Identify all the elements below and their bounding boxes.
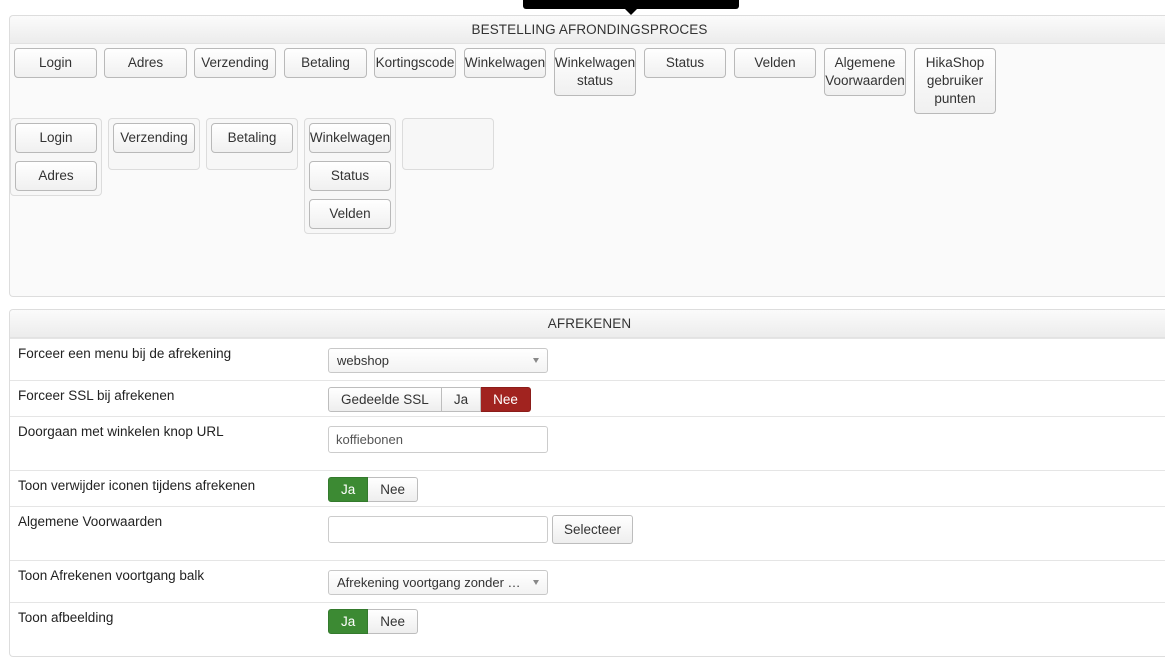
progress-bar-select[interactable]: Afrekening voortgang zonder … (328, 570, 548, 595)
step-hikashop-punten[interactable]: HikaShop gebruiker punten (914, 48, 996, 114)
checkout-flow-title: BESTELLING AFRONDINGSPROCES (10, 16, 1165, 44)
delete-icons-toggle: Ja Nee (328, 477, 419, 502)
force-menu-select[interactable]: webshop (328, 348, 548, 373)
step-kortingscode[interactable]: Kortingscode (374, 48, 456, 78)
step-adres[interactable]: Adres (104, 48, 187, 78)
show-image-no-button[interactable]: Nee (368, 609, 419, 634)
terms-select-button[interactable]: Selecteer (552, 515, 633, 544)
workflow-step-verzending[interactable]: Verzending (113, 123, 195, 153)
step-winkelwagen-status[interactable]: Winkelwagen status (554, 48, 636, 96)
tooltip-bar (523, 0, 739, 9)
step-winkelwagen[interactable]: Winkelwagen (464, 48, 546, 78)
delete-icons-no-button[interactable]: Nee (368, 477, 419, 502)
setting-row-force-menu: Forceer een menu bij de afrekening websh… (10, 338, 1165, 380)
setting-row-progress-bar: Toon Afrekenen voortgang balk Afrekening… (10, 560, 1165, 602)
ssl-yes-button[interactable]: Ja (441, 387, 482, 412)
setting-row-continue-url: Doorgaan met winkelen knop URL (10, 416, 1165, 470)
setting-row-force-ssl: Forceer SSL bij afrekenen Gedeelde SSL J… (10, 380, 1165, 416)
chevron-down-icon (533, 580, 539, 585)
delete-icons-label: Toon verwijder iconen tijdens afrekenen (18, 478, 256, 493)
force-ssl-label: Forceer SSL bij afrekenen (18, 388, 175, 403)
setting-row-delete-icons: Toon verwijder iconen tijdens afrekenen … (10, 470, 1165, 506)
show-image-toggle: Ja Nee (328, 609, 419, 634)
step-betaling[interactable]: Betaling (284, 48, 367, 78)
setting-row-terms: Algemene Voorwaarden Selecteer (10, 506, 1165, 560)
show-image-label: Toon afbeelding (18, 610, 114, 625)
workflow-step-status[interactable]: Status (309, 161, 391, 191)
force-menu-value: webshop (337, 353, 390, 368)
step-verzending[interactable]: Verzending (194, 48, 276, 78)
step-login[interactable]: Login (14, 48, 97, 78)
workflow-step-betaling[interactable]: Betaling (211, 123, 293, 153)
terms-input[interactable] (328, 516, 548, 543)
workflow-step-velden[interactable]: Velden (309, 199, 391, 229)
step-status[interactable]: Status (644, 48, 726, 78)
setting-row-show-image: Toon afbeelding Ja Nee (10, 602, 1165, 656)
delete-icons-yes-button[interactable]: Ja (328, 477, 369, 502)
workflow-step-login[interactable]: Login (15, 123, 97, 153)
ssl-no-button[interactable]: Nee (481, 387, 531, 412)
force-menu-label: Forceer een menu bij de afrekening (18, 346, 232, 361)
force-ssl-toggle: Gedeelde SSL Ja Nee (328, 387, 531, 412)
step-algemene-voorwaarden[interactable]: Algemene Voorwaarden (824, 48, 906, 96)
workflow-column-empty[interactable] (402, 118, 494, 170)
continue-url-input[interactable] (328, 426, 548, 453)
chevron-down-icon (533, 358, 539, 363)
progress-bar-value: Afrekening voortgang zonder … (337, 575, 521, 590)
step-velden[interactable]: Velden (734, 48, 816, 78)
ssl-shared-button[interactable]: Gedeelde SSL (328, 387, 442, 412)
progress-bar-label: Toon Afrekenen voortgang balk (18, 568, 205, 583)
workflow-step-winkelwagen[interactable]: Winkelwagen (309, 123, 391, 153)
workflow-step-adres[interactable]: Adres (15, 161, 97, 191)
show-image-yes-button[interactable]: Ja (328, 609, 369, 634)
terms-label: Algemene Voorwaarden (18, 514, 163, 529)
checkout-settings-title: AFREKENEN (10, 310, 1165, 338)
continue-url-label: Doorgaan met winkelen knop URL (18, 424, 224, 439)
checkout-settings-panel: AFREKENEN Forceer een menu bij de afreke… (9, 309, 1165, 657)
